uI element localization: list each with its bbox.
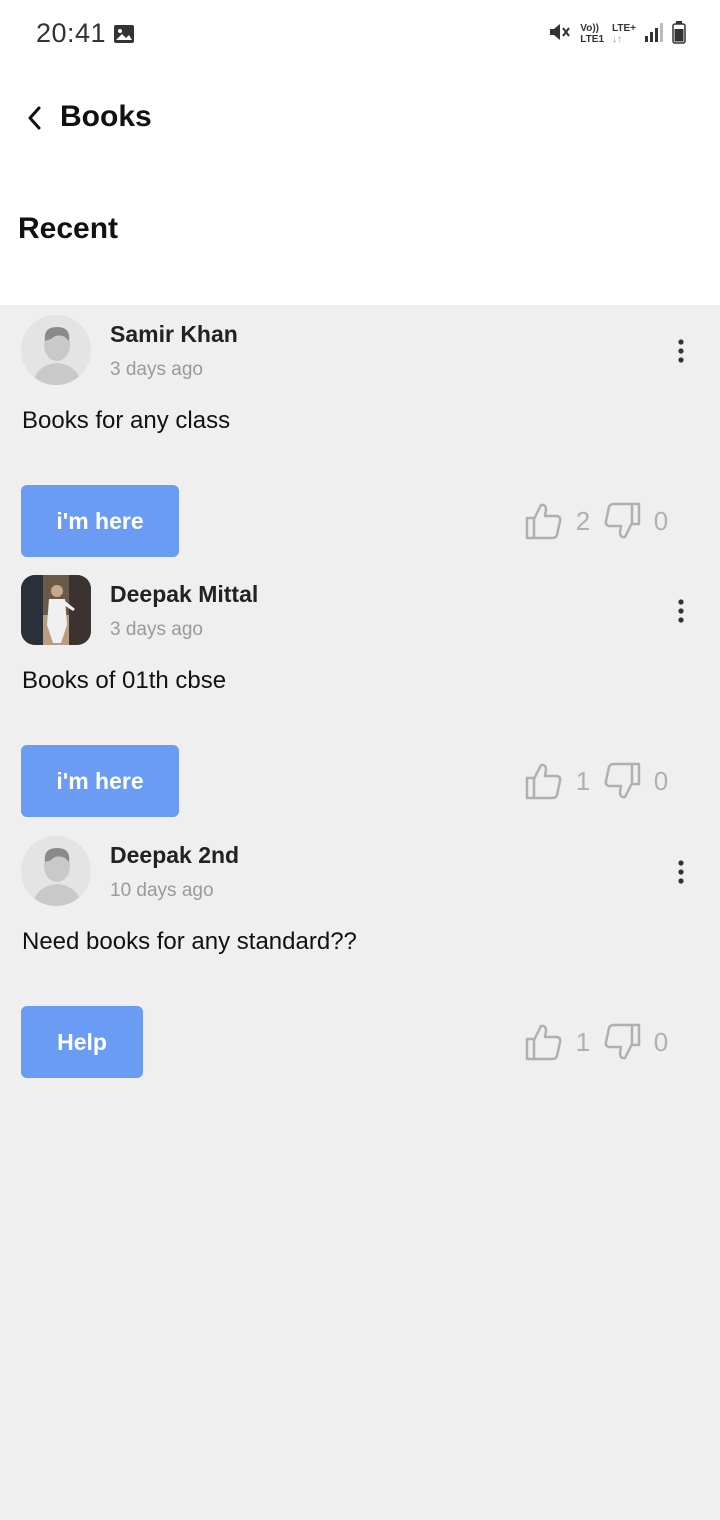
- post-time: 10 days ago: [110, 880, 214, 901]
- gallery-icon: [113, 24, 135, 44]
- post-text: Books for any class: [22, 407, 231, 434]
- post-text: Books of 01th cbse: [22, 667, 227, 694]
- vote-group: 2 0: [524, 501, 680, 541]
- chevron-left-icon[interactable]: [22, 104, 48, 132]
- post-author[interactable]: Samir Khan: [110, 321, 238, 348]
- volte-top: Vo)): [580, 23, 599, 34]
- lte-top: LTE+: [612, 23, 636, 34]
- avatar[interactable]: [21, 836, 91, 906]
- im-here-button[interactable]: i'm here: [21, 745, 179, 817]
- post-text: Need books for any standard??: [22, 928, 357, 955]
- status-icons: Vo)) LTE1 LTE+ ↓↑: [548, 20, 686, 48]
- like-count: 1: [575, 1026, 591, 1057]
- like-count: 1: [575, 765, 591, 796]
- post-card: Samir Khan 3 days ago Books for any clas…: [0, 305, 720, 565]
- thumbs-down-icon[interactable]: [602, 501, 642, 541]
- avatar[interactable]: [21, 575, 91, 645]
- vote-group: 1 0: [524, 1022, 680, 1062]
- post-author[interactable]: Deepak Mittal: [110, 581, 258, 608]
- volte-bottom: LTE1: [580, 34, 605, 45]
- thumbs-down-icon[interactable]: [602, 761, 642, 801]
- more-vertical-icon[interactable]: [672, 337, 690, 365]
- post-time: 3 days ago: [110, 359, 203, 380]
- like-count: 2: [575, 505, 591, 536]
- signal-icon: [644, 21, 664, 48]
- section-title: Recent: [18, 212, 119, 245]
- status-bar: 20:41 Vo)) LTE1 LTE+ ↓↑: [0, 0, 720, 70]
- dislike-count: 0: [653, 765, 669, 796]
- more-vertical-icon[interactable]: [672, 858, 690, 886]
- post-card: Deepak 2nd 10 days ago Need books for an…: [0, 826, 720, 1086]
- dislike-count: 0: [653, 1026, 669, 1057]
- avatar[interactable]: [21, 315, 91, 385]
- im-here-button[interactable]: i'm here: [21, 485, 179, 557]
- thumbs-down-icon[interactable]: [602, 1022, 642, 1062]
- vote-group: 1 0: [524, 761, 680, 801]
- post-card: Deepak Mittal 3 days ago Books of 01th c…: [0, 565, 720, 825]
- more-vertical-icon[interactable]: [672, 597, 690, 625]
- lte-indicator: LTE+ ↓↑: [612, 23, 636, 45]
- dislike-count: 0: [653, 505, 669, 536]
- mute-icon: [548, 21, 572, 48]
- post-author[interactable]: Deepak 2nd: [110, 842, 239, 869]
- thumbs-up-icon[interactable]: [524, 501, 564, 541]
- help-button[interactable]: Help: [21, 1006, 143, 1078]
- battery-icon: [672, 20, 686, 49]
- post-time: 3 days ago: [110, 619, 203, 640]
- thumbs-up-icon[interactable]: [524, 761, 564, 801]
- thumbs-up-icon[interactable]: [524, 1022, 564, 1062]
- volte-indicator: Vo)) LTE1: [580, 23, 604, 45]
- page-title: Books: [60, 100, 152, 133]
- status-time: 20:41: [36, 18, 107, 48]
- lte-bottom: ↓↑: [612, 34, 623, 45]
